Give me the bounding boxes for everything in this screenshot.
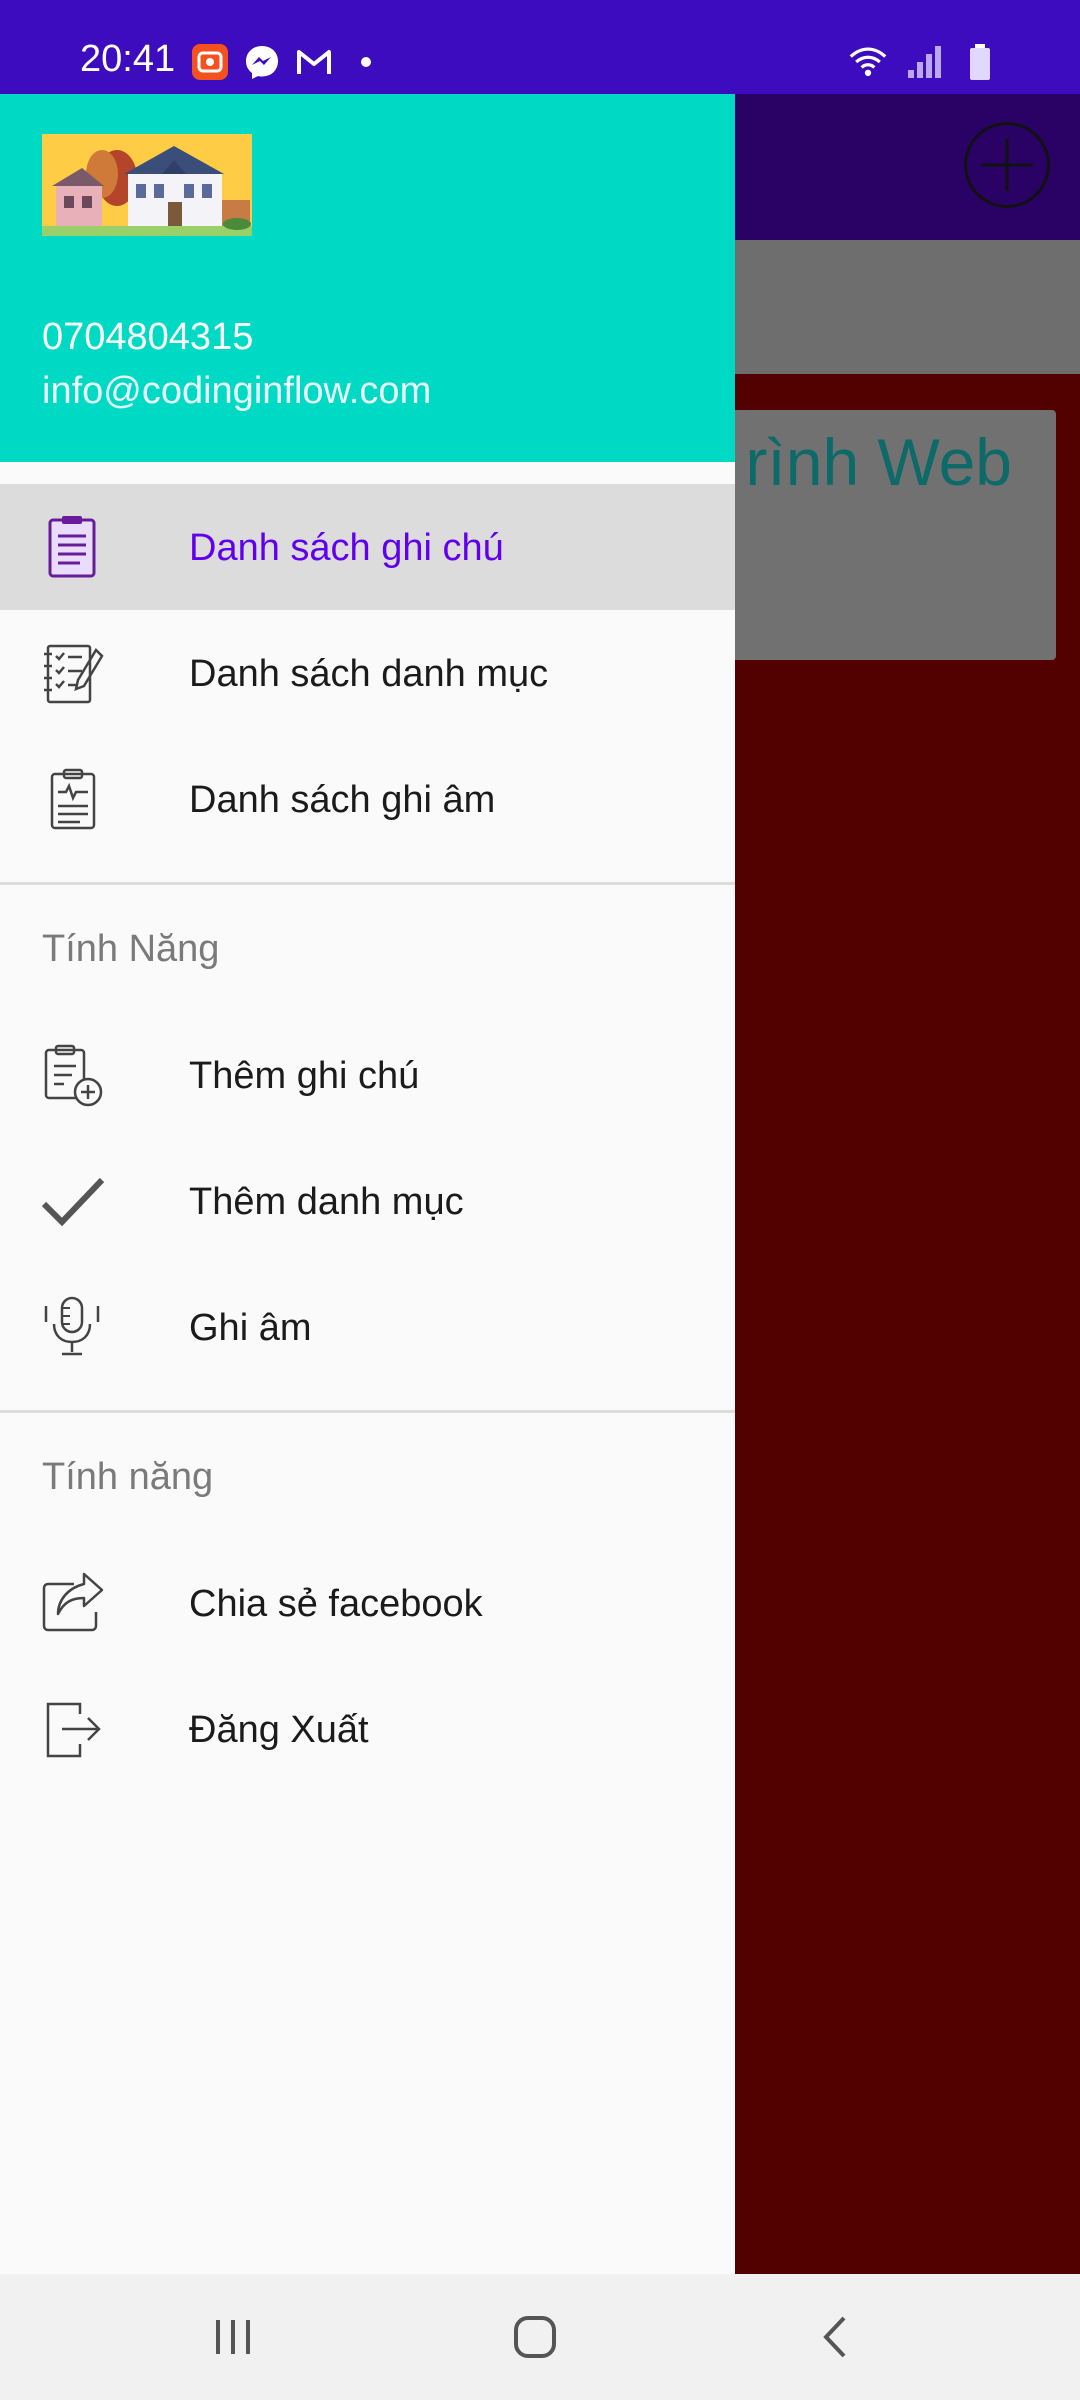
add-note-icon: [40, 1042, 106, 1108]
menu-item-danh-sach-danh-muc[interactable]: Danh sách danh mục: [0, 610, 735, 736]
menu-item-them-danh-muc[interactable]: Thêm danh mục: [0, 1138, 735, 1264]
menu-item-dang-xuat[interactable]: Đăng Xuất: [0, 1666, 735, 1792]
notification-dot-icon: [346, 42, 386, 82]
clipboard-icon: [40, 514, 106, 580]
menu-item-label: Danh sách danh mục: [189, 653, 549, 695]
logout-icon: [40, 1696, 106, 1762]
menu-item-label: Thêm ghi chú: [189, 1055, 420, 1097]
battery-icon: [960, 42, 1000, 82]
system-status-icons: [848, 42, 1000, 82]
gmail-icon: [294, 42, 334, 82]
check-icon: [40, 1168, 106, 1234]
menu-item-label: Danh sách ghi chú: [189, 527, 504, 569]
recent-apps-icon[interactable]: [198, 2304, 268, 2370]
note-card-title: rình Web: [745, 425, 1012, 499]
share-icon: [40, 1570, 106, 1636]
back-icon[interactable]: [802, 2304, 872, 2370]
status-bar: 20:41: [0, 0, 1080, 94]
header-phone: 0704804315: [42, 316, 254, 358]
microphone-icon: [40, 1294, 106, 1360]
menu-item-label: Chia sẻ facebook: [189, 1583, 483, 1625]
menu-item-ghi-am[interactable]: Ghi âm: [0, 1264, 735, 1390]
screen-recorder-icon: [190, 42, 230, 82]
section-title-tinh-nang: Tính Năng: [42, 928, 220, 970]
signal-icon: [904, 42, 944, 82]
menu-item-danh-sach-ghi-am[interactable]: Danh sách ghi âm: [0, 736, 735, 862]
menu-divider: [0, 1410, 735, 1413]
status-time: 20:41: [80, 38, 176, 80]
system-nav-bar: [0, 2274, 1080, 2400]
house-illustration: [42, 134, 252, 236]
header-email: info@codinginflow.com: [42, 370, 432, 412]
navigation-drawer: 0704804315 info@codinginflow.com Danh sá…: [0, 94, 735, 2274]
menu-item-them-ghi-chu[interactable]: Thêm ghi chú: [0, 1012, 735, 1138]
menu-item-chia-se-facebook[interactable]: Chia sẻ facebook: [0, 1540, 735, 1666]
audio-report-icon: [40, 766, 106, 832]
menu-divider: [0, 882, 735, 885]
section-title-tinh-nang-2: Tính năng: [42, 1456, 214, 1498]
menu-item-label: Đăng Xuất: [189, 1709, 369, 1751]
menu-item-label: Danh sách ghi âm: [189, 779, 496, 821]
drawer-header: 0704804315 info@codinginflow.com: [0, 94, 735, 462]
notification-icons: [190, 42, 386, 82]
menu-item-danh-sach-ghi-chu[interactable]: Danh sách ghi chú: [0, 484, 735, 610]
wifi-icon: [848, 42, 888, 82]
checklist-notebook-icon: [40, 640, 106, 706]
menu-item-label: Ghi âm: [189, 1307, 312, 1349]
messenger-icon: [242, 42, 282, 82]
home-icon[interactable]: [500, 2304, 570, 2370]
add-circle-icon[interactable]: [964, 122, 1050, 208]
menu-item-label: Thêm danh mục: [189, 1181, 464, 1223]
